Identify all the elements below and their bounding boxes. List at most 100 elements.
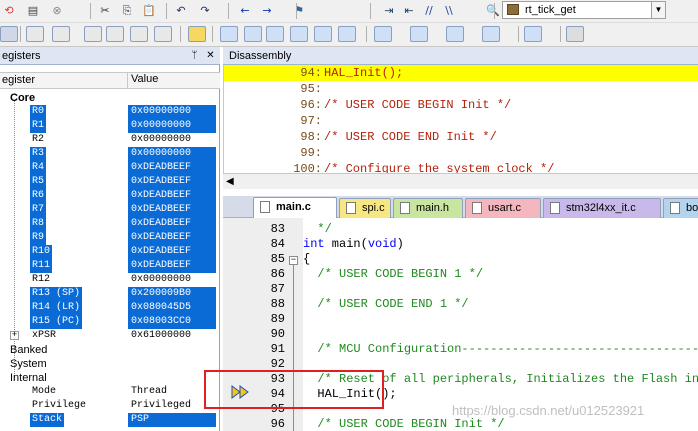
disassembly-hscrollbar[interactable]: ◀ — [223, 173, 698, 189]
symbols-window-icon[interactable] — [266, 26, 284, 42]
disassembly-line[interactable]: 95: — [224, 81, 698, 97]
register-value[interactable]: 0xDEADBEEF — [128, 189, 216, 203]
pin-icon[interactable]: ᛘ — [188, 49, 201, 62]
column-value[interactable]: Value — [127, 72, 158, 89]
chevron-down-icon[interactable]: ▼ — [651, 2, 665, 18]
bookmark-icon[interactable]: ⚑ — [290, 3, 308, 19]
register-value[interactable]: 0x200009B0 — [128, 287, 216, 301]
register-row[interactable]: Banked — [0, 343, 220, 357]
step-icon[interactable] — [26, 26, 44, 42]
register-value[interactable]: 0xDEADBEEF — [128, 203, 216, 217]
code-line[interactable]: 96 /* USER CODE BEGIN Init */ — [223, 417, 698, 431]
scroll-left-icon[interactable]: ◀ — [226, 176, 234, 187]
register-value[interactable]: 0x61000000 — [128, 329, 216, 343]
comment-icon[interactable]: // — [420, 3, 438, 19]
undo-icon[interactable]: ↶ — [172, 3, 190, 19]
compile-icon[interactable]: ▤ — [24, 3, 42, 19]
register-value[interactable]: 0x00000000 — [128, 105, 216, 119]
disassembly-line[interactable]: 99: — [224, 145, 698, 161]
register-row[interactable]: R14 (LR) 0x080045D5 — [0, 301, 220, 315]
register-value[interactable]: 0x00000000 — [128, 147, 216, 161]
uncomment-icon[interactable]: \\ — [440, 3, 458, 19]
disassembly-line[interactable]: 94: HAL_Init(); — [224, 65, 698, 81]
expand-icon[interactable]: + — [10, 331, 19, 340]
register-row[interactable]: + xPSR 0x61000000 — [0, 329, 220, 343]
register-value[interactable]: Thread — [128, 385, 216, 399]
register-value[interactable]: 0x00000000 — [128, 119, 216, 133]
register-value[interactable]: 0x080045D5 — [128, 301, 216, 315]
tab-usart-c[interactable]: usart.c — [465, 198, 541, 218]
register-row[interactable]: R1 0x00000000 — [0, 119, 220, 133]
register-row[interactable]: R9 0xDEADBEEF — [0, 231, 220, 245]
register-row[interactable]: R0 0x00000000 — [0, 105, 220, 119]
code-line[interactable]: 84 int main(void) — [223, 237, 698, 252]
step-out-icon[interactable] — [130, 26, 148, 42]
register-row[interactable]: Stack PSP — [0, 413, 220, 427]
code-line[interactable]: 83 */ — [223, 222, 698, 237]
register-value[interactable]: 0xDEADBEEF — [128, 245, 216, 259]
register-row[interactable]: R8 0xDEADBEEF — [0, 217, 220, 231]
code-line[interactable]: 89 — [223, 312, 698, 327]
run-to-cursor-icon[interactable] — [154, 26, 172, 42]
register-value[interactable]: 0xDEADBEEF — [128, 217, 216, 231]
find-icon[interactable]: 🔍 — [484, 3, 502, 19]
command-window-icon[interactable] — [220, 26, 238, 42]
register-value[interactable]: PSP — [128, 413, 216, 427]
disassembly-window-icon[interactable] — [244, 26, 262, 42]
register-row[interactable]: Internal — [0, 371, 220, 385]
register-row[interactable]: R3 0x00000000 — [0, 147, 220, 161]
register-value[interactable]: 0xDEADBEEF — [128, 231, 216, 245]
tab-main-c[interactable]: main.c — [253, 197, 337, 219]
tab-main-h[interactable]: main.h — [393, 198, 463, 218]
register-row[interactable]: R2 0x00000000 — [0, 133, 220, 147]
disassembly-body[interactable]: 94: HAL_Init(); 95: 96:/* USER CODE BEGIN I… — [223, 65, 698, 173]
fold-toggle-icon[interactable]: − — [289, 256, 298, 265]
toolbox-icon[interactable] — [566, 26, 584, 42]
watch-window-icon[interactable] — [338, 26, 356, 42]
show-next-icon[interactable] — [188, 26, 206, 42]
analysis-window-icon[interactable] — [446, 26, 464, 42]
code-line[interactable]: 91 /* MCU Configuration-----------------… — [223, 342, 698, 357]
register-row[interactable]: R5 0xDEADBEEF — [0, 175, 220, 189]
register-row[interactable]: System — [0, 357, 220, 371]
register-value[interactable]: 0x00000000 — [128, 133, 216, 147]
redo-icon[interactable]: ↷ — [196, 3, 214, 19]
code-line[interactable]: 86 /* USER CODE BEGIN 1 */ — [223, 267, 698, 282]
register-row[interactable]: R10 0xDEADBEEF — [0, 245, 220, 259]
register-row[interactable]: R11 0xDEADBEEF — [0, 259, 220, 273]
system-viewer-icon[interactable] — [524, 26, 542, 42]
stop-debug-icon[interactable] — [52, 26, 70, 42]
register-row[interactable]: Core — [0, 91, 220, 105]
serial-window-icon[interactable] — [410, 26, 428, 42]
code-line[interactable]: 88 /* USER CODE END 1 */ — [223, 297, 698, 312]
register-row[interactable]: R12 0x00000000 — [0, 273, 220, 287]
register-row[interactable]: R15 (PC) 0x08003CC0 — [0, 315, 220, 329]
register-value[interactable]: 0xDEADBEEF — [128, 161, 216, 175]
memory-window-icon[interactable] — [374, 26, 392, 42]
register-value[interactable]: 0x00000000 — [128, 273, 216, 287]
column-register[interactable]: egister — [2, 73, 35, 88]
reset-icon[interactable]: ⟲ — [0, 3, 18, 19]
register-row[interactable]: R4 0xDEADBEEF — [0, 161, 220, 175]
disassembly-line[interactable]: 96:/* USER CODE BEGIN Init */ — [224, 97, 698, 113]
step-into-icon[interactable] — [84, 26, 102, 42]
stop-icon[interactable]: ⊗ — [48, 3, 66, 19]
register-row[interactable]: Mode Thread — [0, 385, 220, 399]
code-line[interactable]: 90 — [223, 327, 698, 342]
register-value[interactable]: 0xDEADBEEF — [128, 175, 216, 189]
back-icon[interactable]: ← — [236, 3, 254, 19]
register-value[interactable]: Privileged — [128, 399, 216, 413]
step-over-icon[interactable] — [106, 26, 124, 42]
forward-icon[interactable]: → — [258, 3, 276, 19]
tab-bo[interactable]: bo — [663, 198, 698, 218]
registers-window-icon[interactable] — [290, 26, 308, 42]
register-value[interactable]: 0x08003CC0 — [128, 315, 216, 329]
disassembly-line[interactable]: 98:/* USER CODE END Init */ — [224, 129, 698, 145]
register-value[interactable]: 0xDEADBEEF — [128, 259, 216, 273]
trace-window-icon[interactable] — [482, 26, 500, 42]
rst-icon[interactable] — [0, 26, 18, 42]
close-icon[interactable]: ✕ — [204, 49, 217, 62]
tab-spi-c[interactable]: spi.c — [339, 198, 391, 218]
copy-icon[interactable]: ⎘ — [118, 3, 136, 19]
code-line[interactable]: 87 — [223, 282, 698, 297]
